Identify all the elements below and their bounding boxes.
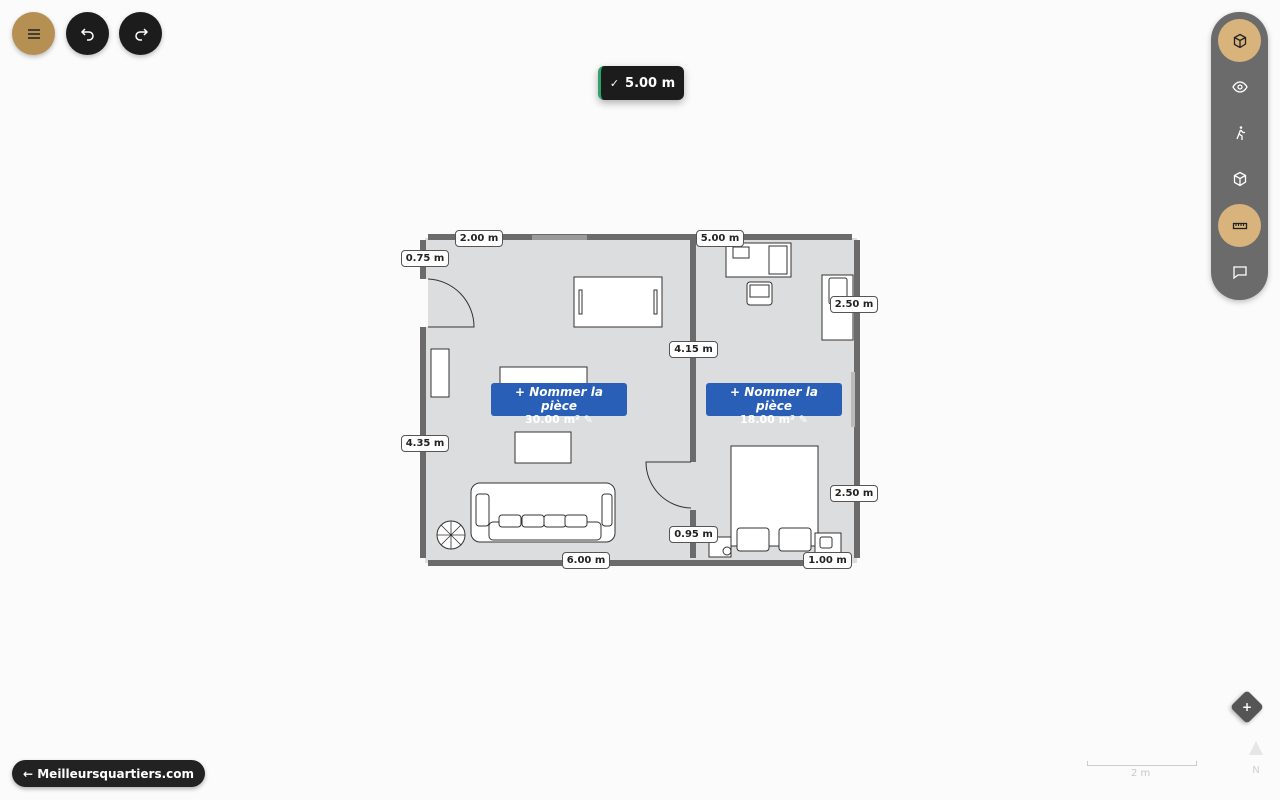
dimension-label[interactable]: 2.50 m (830, 485, 878, 502)
compass: N (1249, 741, 1263, 781)
plus-icon: + (1241, 700, 1253, 714)
dimension-label[interactable]: 6.00 m (562, 552, 610, 569)
room-area[interactable]: 18.00 m² ✎ (712, 413, 836, 427)
window (851, 372, 855, 427)
room-area[interactable]: 30.00 m² ✎ (497, 413, 621, 427)
dimension-label[interactable]: 4.15 m (669, 341, 718, 358)
window (532, 235, 587, 240)
add-button[interactable]: + (1230, 690, 1264, 724)
dimension-label[interactable]: 2.00 m (455, 230, 503, 247)
dimension-label[interactable]: 1.00 m (803, 552, 852, 569)
north-label: N (1252, 765, 1260, 776)
scale-bar (1087, 761, 1197, 766)
back-link[interactable]: ← Meilleursquartiers.com (12, 760, 206, 787)
scale-label: 2 m (1131, 768, 1151, 779)
room-name[interactable]: + Nommer la pièce (497, 385, 621, 413)
dimension-label[interactable]: 0.75 m (401, 250, 449, 267)
dimension-label[interactable]: 4.35 m (401, 435, 449, 452)
floor-plan[interactable] (0, 0, 1280, 800)
dimension-label[interactable]: 5.00 m (696, 230, 744, 247)
room-label-right[interactable]: + Nommer la pièce 18.00 m² ✎ (706, 383, 842, 426)
north-arrow-icon (1249, 741, 1263, 755)
dimension-label[interactable]: 0.95 m (669, 526, 718, 543)
dimension-label[interactable]: 2.50 m (830, 296, 878, 313)
room-label-left[interactable]: + Nommer la pièce 30.00 m² ✎ (491, 383, 627, 426)
room-name[interactable]: + Nommer la pièce (712, 385, 836, 413)
